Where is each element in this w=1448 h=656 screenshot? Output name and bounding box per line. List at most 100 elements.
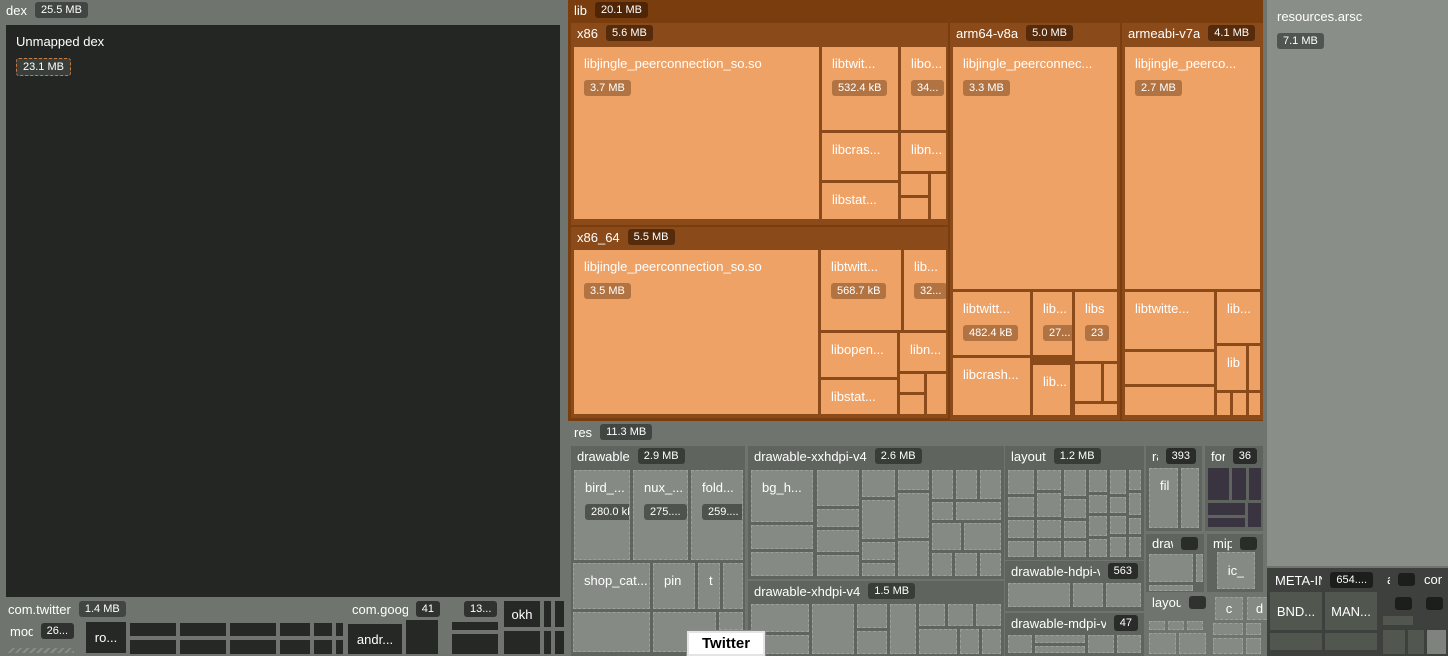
- res-filler[interactable]: [1088, 635, 1114, 653]
- dex-filler[interactable]: [555, 631, 564, 654]
- font-filler[interactable]: [1208, 503, 1245, 515]
- res-filler[interactable]: [932, 470, 953, 499]
- dex-filler[interactable]: [544, 601, 551, 627]
- res-filler[interactable]: [1129, 518, 1141, 534]
- res-filler[interactable]: [1129, 537, 1141, 557]
- lib-x86-libcras[interactable]: libcras...: [822, 133, 898, 180]
- dex-filler[interactable]: [180, 623, 226, 636]
- dex-filler[interactable]: [336, 623, 343, 636]
- unmapped-dex-tile[interactable]: Unmapped dex23.1 MB: [6, 25, 560, 597]
- dex-filler[interactable]: [130, 640, 176, 654]
- res-fil[interactable]: fil: [1149, 468, 1178, 528]
- dex-filler[interactable]: [230, 623, 276, 636]
- res-filler[interactable]: [1179, 633, 1206, 654]
- res-filler[interactable]: [1187, 621, 1203, 630]
- layout-land-section[interactable]: layout-...: [1146, 593, 1212, 617]
- res-pin[interactable]: pin: [653, 563, 695, 609]
- font-filler[interactable]: [1208, 468, 1229, 500]
- dex-filler[interactable]: [555, 601, 564, 627]
- res-filler[interactable]: [1008, 583, 1070, 607]
- lib-filler[interactable]: [1075, 364, 1101, 401]
- res-filler[interactable]: [890, 604, 916, 654]
- lib-filler[interactable]: [1249, 393, 1260, 415]
- res-filler[interactable]: [932, 553, 952, 576]
- lib-x86-libtwit[interactable]: libtwit...532.4 kB: [822, 47, 898, 130]
- res-c-tile[interactable]: c: [1215, 597, 1243, 620]
- meta-filler[interactable]: [1270, 633, 1322, 650]
- res-filler[interactable]: [1117, 635, 1141, 653]
- res-filler[interactable]: [1008, 520, 1034, 538]
- lib-arm-lib4[interactable]: lib: [1217, 346, 1246, 390]
- res-filler[interactable]: [751, 525, 813, 549]
- lib-filler[interactable]: [900, 395, 924, 414]
- res-filler[interactable]: [1037, 470, 1061, 490]
- res-filler[interactable]: [956, 470, 977, 499]
- lib-filler[interactable]: [1233, 393, 1246, 415]
- res-filler[interactable]: [1149, 585, 1193, 591]
- lib-filler[interactable]: [900, 374, 924, 392]
- res-filler[interactable]: [817, 509, 859, 527]
- res-filler[interactable]: [1089, 516, 1107, 536]
- res-shopcat[interactable]: shop_cat...: [573, 563, 650, 609]
- dex-filler[interactable]: [180, 640, 226, 654]
- res-filler[interactable]: [857, 604, 887, 628]
- res-filler[interactable]: [1110, 537, 1126, 557]
- dex-filler[interactable]: [280, 623, 310, 636]
- res-filler[interactable]: [1008, 470, 1034, 494]
- assets-section[interactable]: ass...: [1381, 570, 1421, 588]
- res-filler[interactable]: [919, 604, 945, 626]
- res-filler[interactable]: [932, 523, 961, 550]
- res-filler[interactable]: [817, 470, 859, 506]
- res-filler[interactable]: [948, 604, 973, 626]
- resources-arsc-area[interactable]: resources.arsc7.1 MB: [1267, 0, 1448, 566]
- res-bird[interactable]: bird_...280.0 kB: [574, 470, 630, 560]
- res-filler[interactable]: [1008, 541, 1034, 557]
- lib-arm-libtwitte[interactable]: libtwitte...: [1125, 292, 1214, 349]
- lib-filler[interactable]: [1075, 404, 1117, 415]
- res-filler[interactable]: [1196, 554, 1203, 582]
- pkg-andr-tile[interactable]: andr...: [348, 624, 402, 654]
- dex-filler[interactable]: [504, 631, 540, 654]
- res-filler[interactable]: [751, 552, 813, 576]
- res-filler[interactable]: [1064, 499, 1086, 518]
- res-filler[interactable]: [1181, 468, 1199, 528]
- dex-filler[interactable]: [452, 634, 498, 654]
- res-filler[interactable]: [898, 493, 929, 538]
- res-filler[interactable]: [898, 541, 929, 576]
- com-root-section[interactable]: com: [1418, 570, 1448, 588]
- lib-filler[interactable]: [1125, 352, 1214, 384]
- res-filler[interactable]: [1037, 541, 1061, 557]
- model-children-hatch[interactable]: [8, 648, 74, 653]
- lib-filler[interactable]: [901, 198, 928, 219]
- res-filler[interactable]: [1089, 495, 1107, 513]
- lib-x8664-lib32[interactable]: lib...32...: [904, 250, 946, 330]
- lib-arm-libjingle[interactable]: libjingle_peerco...2.7 MB: [1125, 47, 1260, 289]
- res-filler[interactable]: [1089, 470, 1107, 492]
- res-filler[interactable]: [1129, 470, 1141, 490]
- res-filler[interactable]: [980, 553, 1001, 576]
- lib-x8664-libjingle[interactable]: libjingle_peerconnection_so.so3.5 MB: [574, 250, 818, 414]
- res-filler[interactable]: [980, 470, 1001, 499]
- font-filler[interactable]: [1232, 468, 1246, 500]
- lib-filler[interactable]: [1217, 393, 1230, 415]
- res-bgh[interactable]: bg_h...: [751, 470, 813, 522]
- lib-arm64-lib27[interactable]: lib...27...: [1033, 292, 1072, 355]
- res-filler[interactable]: [812, 604, 854, 654]
- res-filler[interactable]: [1035, 635, 1085, 643]
- go-root-section[interactable]: go: [1412, 594, 1444, 612]
- res-filler[interactable]: [1149, 621, 1165, 630]
- res-filler[interactable]: [719, 612, 743, 630]
- lib-x8664-libstat[interactable]: libstat...: [821, 380, 897, 414]
- res-filler[interactable]: [1246, 623, 1261, 635]
- lib-x86-libjingle[interactable]: libjingle_peerconnection_so.so3.7 MB: [574, 47, 819, 219]
- dex-filler[interactable]: [452, 622, 498, 630]
- res-filler[interactable]: [1073, 583, 1103, 607]
- lib-filler[interactable]: [1249, 346, 1260, 390]
- res-filler[interactable]: [976, 604, 1001, 626]
- meta-filler[interactable]: [1408, 630, 1424, 654]
- res-filler[interactable]: [1035, 646, 1085, 653]
- pkg-okh-tile[interactable]: okh: [504, 601, 540, 627]
- dex-filler[interactable]: [406, 620, 438, 654]
- meta-inf-section[interactable]: META-INF654....: [1269, 570, 1379, 590]
- res-filler[interactable]: [817, 530, 859, 552]
